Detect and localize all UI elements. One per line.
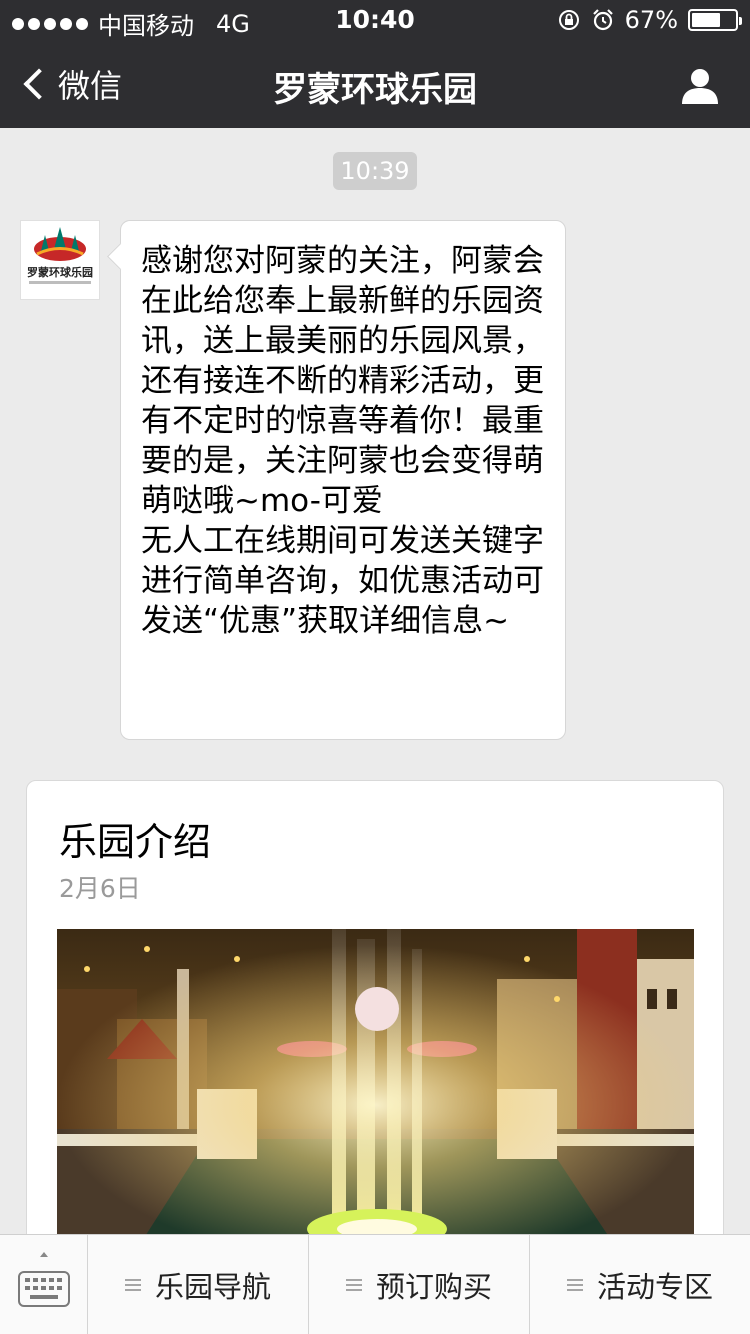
battery-percent: 67% — [624, 6, 678, 34]
user-icon[interactable] — [680, 66, 720, 106]
battery-fill — [692, 13, 721, 27]
park-logo-icon: 罗蒙环球乐园 — [21, 221, 99, 299]
svg-text:罗蒙环球乐园: 罗蒙环球乐园 — [27, 265, 93, 279]
avatar[interactable]: 罗蒙环球乐园 — [20, 220, 100, 300]
article-card[interactable]: 乐园介绍 2月6日 — [26, 780, 724, 1300]
menu-item-booking[interactable]: 预订购买 — [309, 1235, 530, 1334]
menu-item-events[interactable]: 活动专区 — [530, 1235, 750, 1334]
article-cover-image — [57, 929, 694, 1249]
menu-lines-icon — [124, 1278, 141, 1291]
nav-bar: 微信 罗蒙环球乐园 — [0, 40, 750, 128]
rotation-lock-icon — [558, 10, 579, 30]
status-right: 67% — [557, 6, 742, 34]
menu-lines-icon — [566, 1278, 583, 1291]
menu-item-label: 乐园导航 — [154, 1269, 271, 1304]
battery-icon — [688, 9, 742, 31]
article-title: 乐园介绍 — [59, 820, 212, 864]
menu-item-label: 预订购买 — [375, 1269, 492, 1304]
message-bubble[interactable]: 感谢您对阿蒙的关注，阿蒙会在此给您奉上最新鲜的乐园资讯，送上最美丽的乐园风景，还… — [120, 220, 566, 740]
keyboard-toggle-button[interactable] — [0, 1235, 88, 1334]
menu-lines-icon — [345, 1278, 362, 1291]
page-title: 罗蒙环球乐园 — [273, 70, 477, 110]
article-date: 2月6日 — [59, 874, 141, 903]
alarm-icon — [592, 9, 613, 31]
menu-item-label: 活动专区 — [596, 1269, 713, 1304]
menu-item-park-navigation[interactable]: 乐园导航 — [88, 1235, 309, 1334]
keyboard-icon — [18, 1252, 70, 1307]
bottom-menu-bar: 乐园导航 预订购买 活动专区 — [0, 1234, 750, 1334]
message-timestamp: 10:39 — [333, 152, 417, 190]
park-fountain-photo — [57, 929, 694, 1249]
status-bar: 中国移动 4G 10:40 67% — [0, 0, 750, 40]
